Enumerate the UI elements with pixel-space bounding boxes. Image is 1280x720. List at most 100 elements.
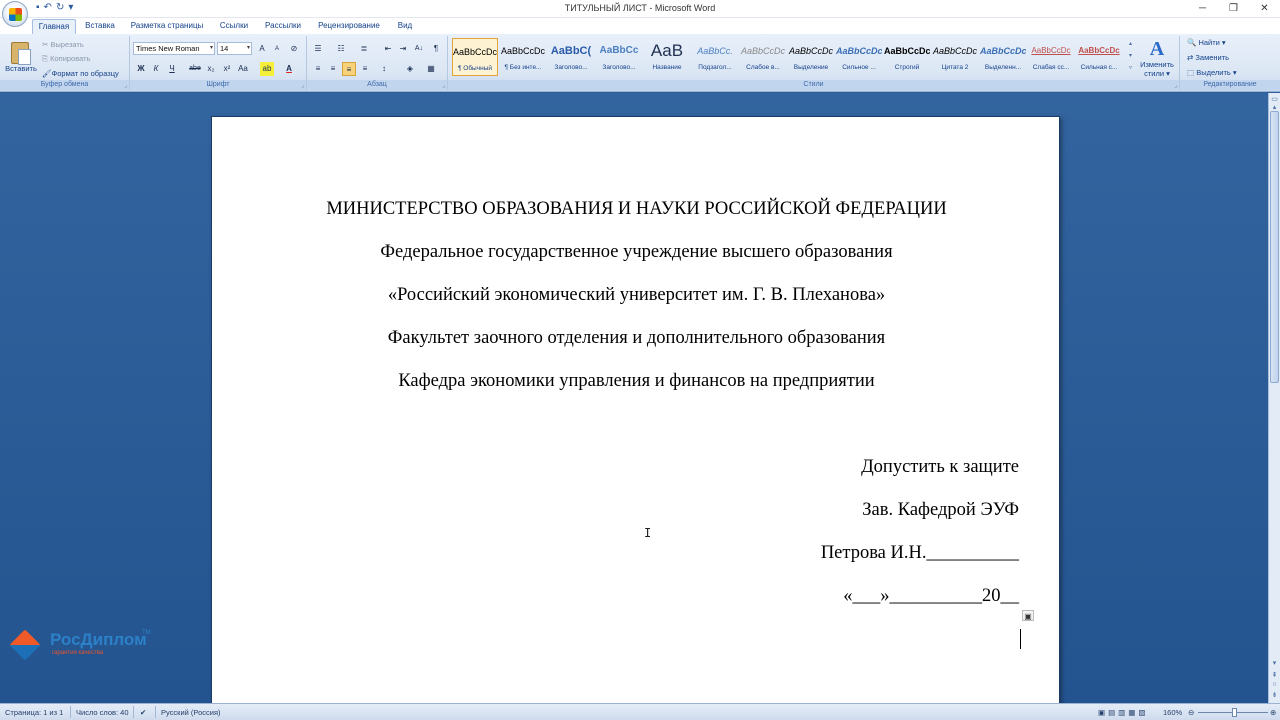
vertical-scrollbar[interactable]: ▭ ▴ ▾ ⇞ ○ ⇟ [1268,93,1280,703]
style-emphasis[interactable]: AaBbCcDc Выделение [788,38,834,76]
font-color-button[interactable]: A [282,62,296,76]
view-buttons[interactable]: ▣▤▥▦▧ [1098,708,1148,717]
style-strong[interactable]: AaBbCcDc Строгий [884,38,930,76]
sort-icon[interactable]: A↓ [412,42,426,56]
tab-references[interactable]: Ссылки [214,19,254,34]
zoom-level[interactable]: 160% [1163,708,1182,717]
font-name-select[interactable]: Times New Roman ▾ [133,42,215,55]
scroll-down-icon[interactable]: ▾ [1269,659,1280,667]
shrink-font-button[interactable]: A [270,42,284,56]
shading-icon[interactable]: ◈ [403,62,417,76]
minimize-button[interactable]: ─ [1187,0,1218,17]
format-painter-button[interactable]: 🖌Формат по образцу [42,69,119,78]
doc-line-signature: Петрова И.Н.__________ [820,543,1019,563]
tab-home[interactable]: Главная [32,19,76,34]
font-size-select[interactable]: 14 ▾ [217,42,252,55]
decrease-indent-icon[interactable]: ⇤ [381,42,395,56]
multilevel-list-icon[interactable]: ≣ [357,42,371,56]
font-launcher-icon[interactable]: ⌟ [301,82,304,89]
increase-indent-icon[interactable]: ⇥ [396,42,410,56]
chevron-down-icon[interactable]: ▾ [1126,50,1135,62]
find-button[interactable]: 🔍 Найти ▾ [1187,38,1226,47]
word-count[interactable]: Число слов: 40 [76,708,129,717]
zoom-in-icon[interactable]: ⊕ [1270,708,1276,717]
style-heading-2[interactable]: AaBbCc Заголово... [596,38,642,76]
change-case-button[interactable]: Aa [236,62,250,76]
change-styles-button[interactable]: A Изменить стили ▾ [1138,38,1176,78]
style-intense-reference[interactable]: AaBbCcDc Сильная с... [1076,38,1122,76]
tab-view[interactable]: Вид [392,19,418,34]
browse-object-icon[interactable]: ○ [1269,681,1280,688]
underline-button[interactable]: Ч [165,62,179,76]
style-no-spacing[interactable]: AaBbCcDc ¶ Без инте... [500,38,546,76]
superscript-button[interactable]: x² [220,62,234,76]
restore-button[interactable]: ❐ [1218,0,1249,17]
paste-options-icon[interactable]: ▣ [1022,610,1034,621]
tab-review[interactable]: Рецензирование [312,19,386,34]
close-button[interactable]: ✕ [1249,0,1280,17]
zoom-slider-knob[interactable] [1232,708,1237,717]
document-page[interactable]: МИНИСТЕРСТВО ОБРАЗОВАНИЯ И НАУКИ РОССИЙС… [211,116,1060,703]
styles-launcher-icon[interactable]: ⌟ [1174,82,1177,89]
zoom-out-icon[interactable]: ⊖ [1188,708,1194,717]
align-right-icon[interactable]: ≡ [342,62,356,76]
bullets-icon[interactable]: ☰ [311,42,325,56]
tab-page-layout[interactable]: Разметка страницы [126,19,208,34]
select-icon: ⬚ [1187,68,1195,77]
change-styles-icon: A [1149,38,1165,60]
clipboard-launcher-icon[interactable]: ⌟ [124,82,127,89]
style-title[interactable]: AaB Название [644,38,690,76]
style-subtle-reference[interactable]: AaBbCcDc Слабая сс... [1028,38,1074,76]
font-group: Times New Roman ▾ 14 ▾ A A ⊘ Ж К Ч abe x₂ … [130,36,307,90]
justify-icon[interactable]: ≡ [358,62,372,76]
styles-gallery-scroll[interactable]: ▴ ▾ ▿ [1126,38,1135,76]
scroll-thumb[interactable] [1270,111,1279,383]
ruler-toggle-icon[interactable]: ▭ [1269,95,1280,103]
doc-line-department: Кафедра экономики управления и финансов … [398,371,875,391]
window-controls: ─ ❐ ✕ [1187,0,1280,17]
align-left-icon[interactable]: ≡ [311,62,325,76]
borders-icon[interactable]: ▦ [424,62,438,76]
paste-button[interactable]: Вставить [3,64,39,73]
grow-font-button[interactable]: A [255,42,269,56]
subscript-button[interactable]: x₂ [204,62,218,76]
style-normal[interactable]: AaBbCcDc ¶ Обычный [452,38,498,76]
language-indicator[interactable]: Русский (Россия) [161,708,221,717]
style-intense-quote[interactable]: AaBbCcDc Выделенн... [980,38,1026,76]
tab-insert[interactable]: Вставка [80,19,120,34]
spellcheck-icon[interactable]: ✔ [140,708,146,717]
highlight-button[interactable]: ab [260,62,274,76]
scroll-up-icon[interactable]: ▴ [1269,103,1280,111]
paragraph-group: ☰ ☷ ≣ ⇤ ⇥ A↓ ¶ ≡ ≡ ≡ ≡ ↕ ◈ ▦ Абзац ⌟ [307,36,448,90]
rosdiplom-logo: РосДиплом TM гарантия качества [9,629,162,662]
office-button[interactable] [2,1,28,27]
prev-page-icon[interactable]: ⇞ [1269,671,1280,679]
style-intense-emphasis[interactable]: AaBbCcDc Сильное ... [836,38,882,76]
line-spacing-icon[interactable]: ↕ [377,62,391,76]
style-subtitle[interactable]: AaBbCc. Подзагол... [692,38,738,76]
page-count[interactable]: Страница: 1 из 1 [5,708,63,717]
replace-button[interactable]: ⇄ Заменить [1187,53,1229,62]
doc-line-university: «Российский экономический университет им… [387,285,886,305]
paragraph-launcher-icon[interactable]: ⌟ [442,82,445,89]
next-page-icon[interactable]: ⇟ [1269,691,1280,699]
font-group-label: Шрифт [130,80,306,90]
bold-button[interactable]: Ж [134,62,148,76]
tab-mailings[interactable]: Рассылки [260,19,306,34]
style-subtle-emphasis[interactable]: AaBbCcDc Слабое в... [740,38,786,76]
strikethrough-button[interactable]: abe [188,62,202,76]
select-button[interactable]: ⬚ Выделить ▾ [1187,68,1237,77]
window-title: ТИТУЛЬНЫЙ ЛИСТ - Microsoft Word [564,3,716,13]
style-heading-1[interactable]: AaBbC(Заголово... [548,38,594,76]
style-quote-2[interactable]: AaBbCcDc Цитата 2 [932,38,978,76]
ribbon-tabs: Главная Вставка Разметка страницы Ссылки… [0,18,1280,34]
align-center-icon[interactable]: ≡ [326,62,340,76]
italic-button[interactable]: К [149,62,163,76]
more-styles-icon[interactable]: ▿ [1126,62,1135,74]
rosdiplom-logo-icon [9,629,41,661]
clear-format-button[interactable]: ⊘ [287,42,301,56]
doc-line-faculty: Факультет заочного отделения и дополните… [387,328,886,348]
show-marks-icon[interactable]: ¶ [429,42,443,56]
numbering-icon[interactable]: ☷ [334,42,348,56]
chevron-up-icon[interactable]: ▴ [1126,38,1135,50]
